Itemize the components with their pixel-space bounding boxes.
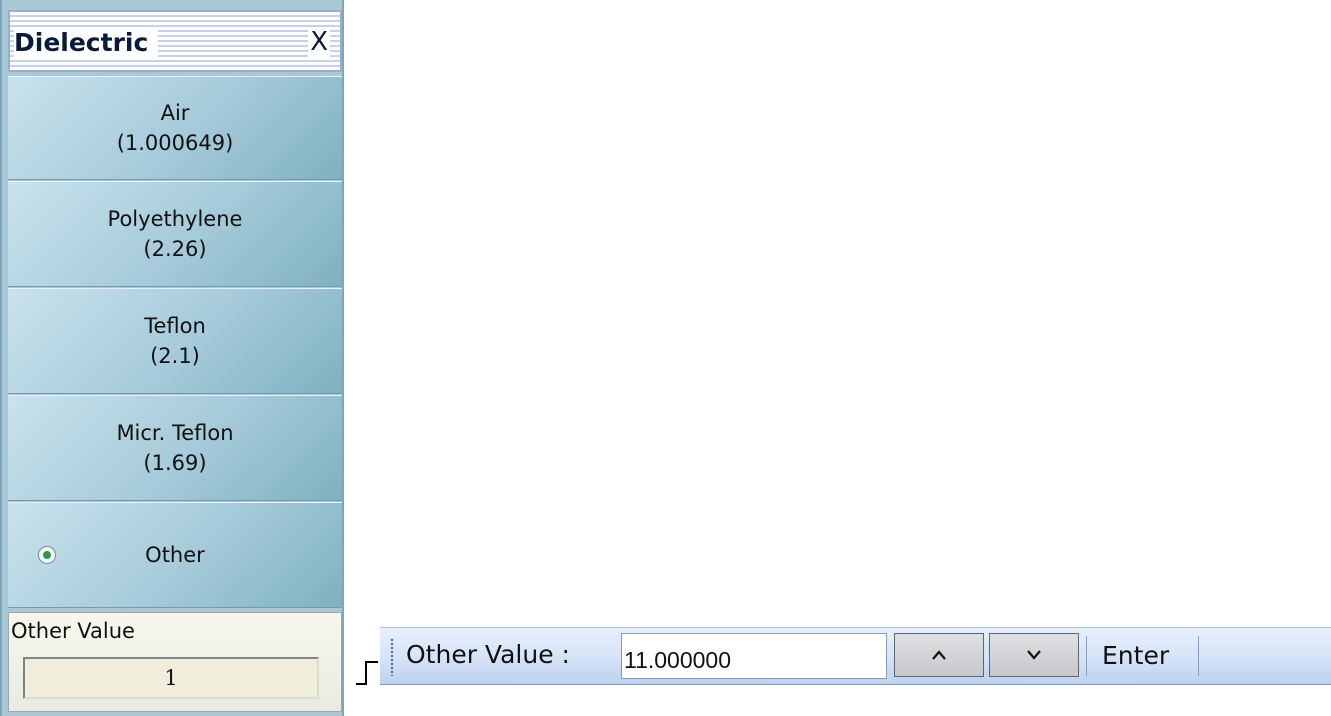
dielectric-option-teflon[interactable]: Teflon (2.1) xyxy=(8,288,342,394)
option-value: (1.000649) xyxy=(116,131,234,155)
option-value: (2.1) xyxy=(150,344,200,368)
dielectric-option-polyethylene[interactable]: Polyethylene (2.26) xyxy=(8,181,342,287)
option-name: Polyethylene xyxy=(107,207,243,231)
dielectric-option-other[interactable]: Other xyxy=(8,502,342,608)
value-entry-toolbar: Other Value : Enter xyxy=(380,627,1331,685)
option-name: Air xyxy=(160,101,190,125)
connector-icon xyxy=(356,661,378,685)
other-value-box: Other Value 1 xyxy=(8,612,342,712)
close-button[interactable]: X xyxy=(308,27,330,57)
option-name: Micr. Teflon xyxy=(116,421,234,445)
toolbar-separator xyxy=(1086,636,1087,676)
option-value: (2.26) xyxy=(143,237,207,261)
toolbar-label: Other Value : xyxy=(406,640,570,669)
option-name: Teflon xyxy=(144,314,206,338)
toolbar-grip-icon[interactable] xyxy=(390,638,394,676)
radio-dot-icon xyxy=(43,551,51,559)
toolbar-separator xyxy=(1198,636,1199,676)
other-value-field[interactable]: 1 xyxy=(23,657,319,699)
other-value-label: Other Value xyxy=(11,619,135,643)
menu-title-bar: Dielectric X xyxy=(8,10,342,72)
chevron-down-icon xyxy=(1027,650,1041,660)
option-name: Other xyxy=(145,543,205,567)
menu-title: Dielectric xyxy=(14,28,159,57)
dielectric-option-air[interactable]: Air (1.000649) xyxy=(8,76,342,180)
chevron-up-icon xyxy=(932,650,946,660)
decrement-button[interactable] xyxy=(989,633,1079,677)
increment-button[interactable] xyxy=(894,633,984,677)
radio-selected-icon[interactable] xyxy=(38,546,56,564)
option-value: (1.69) xyxy=(143,451,207,475)
other-value-input[interactable] xyxy=(621,633,887,679)
dielectric-menu-panel: Dielectric X Air (1.000649) Polyethylene… xyxy=(0,0,344,716)
dielectric-option-micr-teflon[interactable]: Micr. Teflon (1.69) xyxy=(8,395,342,501)
enter-button[interactable]: Enter xyxy=(1092,633,1192,677)
